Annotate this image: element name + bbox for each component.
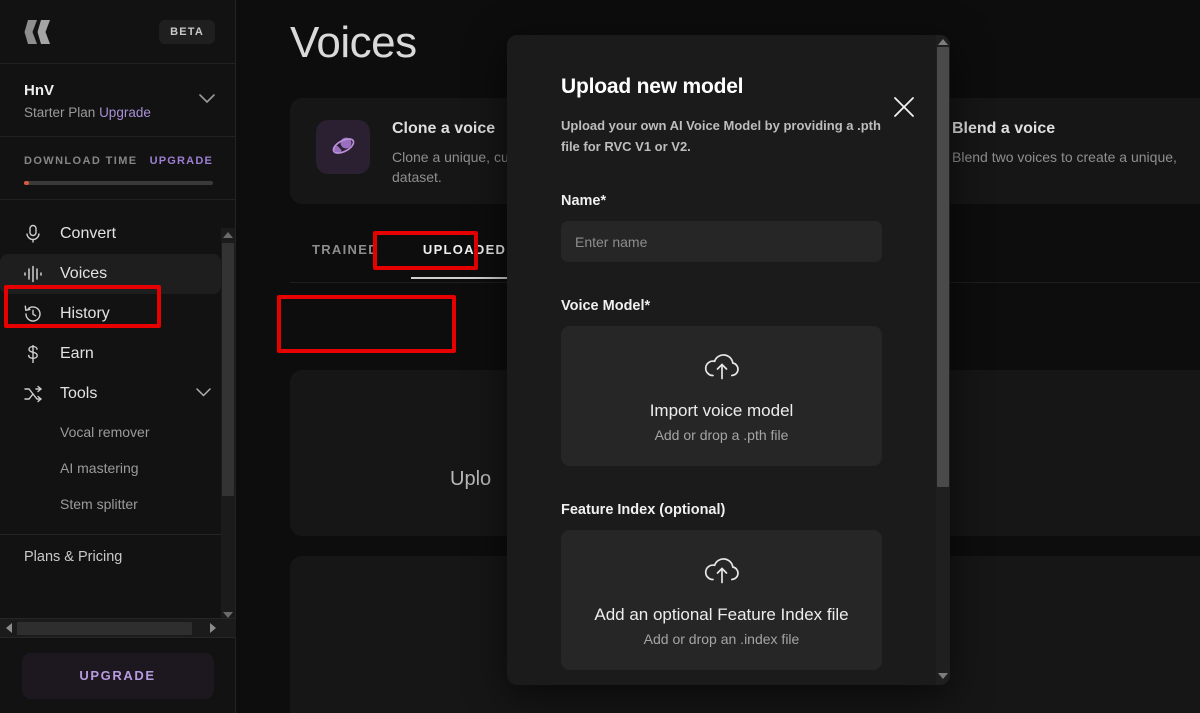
sidebar-subitem-label: Stem splitter	[60, 496, 138, 512]
shuffle-icon	[22, 383, 44, 405]
sidebar-item-label: Convert	[60, 225, 116, 243]
card-desc: Blend two voices to create a unique,	[952, 147, 1177, 167]
scroll-left-arrow-icon[interactable]	[6, 623, 12, 633]
card-title: Clone a voice	[392, 120, 509, 138]
sidebar-subitem-label: Vocal remover	[60, 424, 149, 440]
sidebar-subitem-vocal-remover[interactable]: Vocal remover	[0, 414, 235, 450]
beta-badge: BETA	[159, 20, 215, 44]
account-name: HnV	[24, 80, 151, 103]
scroll-up-arrow-icon[interactable]	[938, 39, 948, 45]
account-plan: Starter Plan Upgrade	[24, 105, 151, 120]
scroll-right-arrow-icon[interactable]	[210, 623, 216, 633]
download-time-label: DOWNLOAD TIME	[24, 155, 138, 167]
name-input[interactable]	[561, 221, 882, 262]
close-icon[interactable]	[892, 95, 916, 119]
dollar-icon	[22, 343, 44, 365]
voice-list-item-label: Uplo	[450, 468, 491, 491]
card-title: Blend a voice	[952, 120, 1177, 138]
plan-upgrade-link[interactable]: Upgrade	[99, 105, 151, 120]
clock-rewind-icon	[22, 303, 44, 325]
dialog-subtitle: Upload your own AI Voice Model by provid…	[561, 115, 882, 157]
blend-a-voice-card[interactable]: Blend a voice Blend two voices to create…	[926, 98, 1200, 204]
sidebar-footer: UPGRADE	[0, 638, 235, 713]
scroll-up-arrow-icon[interactable]	[223, 232, 233, 238]
sidebar: BETA HnV Starter Plan Upgrade DOWNLOAD T…	[0, 0, 236, 713]
cloud-upload-icon	[702, 554, 742, 591]
sidebar-vertical-scrollbar-thumb[interactable]	[222, 243, 234, 496]
tab-trained[interactable]: TRAINED	[290, 234, 401, 265]
sidebar-item-label: History	[60, 305, 110, 323]
dropzone-title: Add an optional Feature Index file	[594, 605, 848, 625]
dialog-body: Upload new model Upload your own AI Voic…	[507, 35, 936, 685]
sidebar-item-tools[interactable]: Tools	[0, 374, 221, 414]
sidebar-horizontal-scrollbar-thumb[interactable]	[17, 622, 192, 635]
card-desc-line2: dataset.	[392, 167, 509, 187]
account-selector[interactable]: HnV Starter Plan Upgrade	[0, 64, 235, 137]
sidebar-subitem-label: AI mastering	[60, 460, 139, 476]
dialog-title: Upload new model	[561, 75, 882, 99]
sidebar-item-label: Earn	[60, 345, 94, 363]
sidebar-subitem-ai-mastering[interactable]: AI mastering	[0, 450, 235, 486]
upload-new-model-dialog: Upload new model Upload your own AI Voic…	[507, 35, 950, 685]
sidebar-item-convert[interactable]: Convert	[0, 214, 221, 254]
card-desc: Clone a unique, cu	[392, 147, 509, 167]
upgrade-button[interactable]: UPGRADE	[22, 653, 214, 699]
download-time-section: DOWNLOAD TIME UPGRADE	[0, 137, 235, 200]
kits-logo-icon[interactable]	[24, 19, 56, 45]
voice-model-field-label: Voice Model*	[561, 298, 882, 314]
dropzone-title: Import voice model	[650, 401, 794, 421]
dropzone-subtitle: Add or drop a .pth file	[655, 427, 789, 443]
dialog-scrollbar-thumb[interactable]	[937, 47, 949, 487]
sidebar-item-earn[interactable]: Earn	[0, 334, 221, 374]
sidebar-item-label: Tools	[60, 385, 97, 403]
sidebar-item-plans-pricing[interactable]: Plans & Pricing	[0, 535, 235, 565]
sidebar-item-history[interactable]: History	[0, 294, 221, 334]
sidebar-item-label: Plans & Pricing	[24, 549, 122, 565]
voice-model-dropzone[interactable]: Import voice model Add or drop a .pth fi…	[561, 326, 882, 466]
download-time-upgrade-link[interactable]: UPGRADE	[150, 155, 213, 167]
cloud-upload-icon	[702, 350, 742, 387]
microphone-icon	[22, 223, 44, 245]
sidebar-item-voices[interactable]: Voices	[0, 254, 221, 294]
scroll-down-arrow-icon[interactable]	[938, 673, 948, 679]
dropzone-subtitle: Add or drop an .index file	[644, 631, 800, 647]
mic-orbit-icon	[316, 120, 370, 174]
progress-fill	[24, 181, 29, 185]
name-field-label: Name*	[561, 193, 882, 209]
chevron-down-icon[interactable]	[199, 93, 215, 107]
sidebar-nav: Convert Voices Histo	[0, 200, 235, 639]
app-root: BETA HnV Starter Plan Upgrade DOWNLOAD T…	[0, 0, 1200, 713]
sidebar-subitem-stem-splitter[interactable]: Stem splitter	[0, 486, 235, 522]
page-title: Voices	[290, 18, 417, 68]
waveform-icon	[22, 263, 44, 285]
sidebar-header: BETA	[0, 0, 235, 64]
chevron-down-icon[interactable]	[196, 388, 211, 400]
feature-index-dropzone[interactable]: Add an optional Feature Index file Add o…	[561, 530, 882, 670]
sidebar-item-label: Voices	[60, 265, 107, 283]
plan-label: Starter Plan	[24, 105, 95, 120]
feature-index-field-label: Feature Index (optional)	[561, 502, 882, 518]
download-time-progress	[24, 181, 213, 185]
